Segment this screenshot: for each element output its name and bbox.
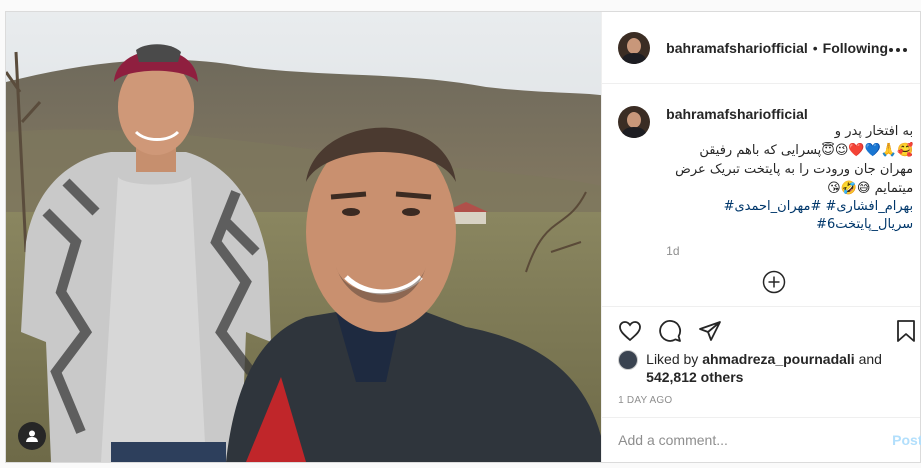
liked-by-others[interactable]: 542,812 others — [646, 369, 743, 385]
post-photo[interactable] — [6, 12, 602, 462]
hashtags-line-2[interactable]: سریال_پایتخت6# — [666, 216, 913, 234]
liker-avatar[interactable] — [618, 350, 639, 370]
caption-time: 1d — [666, 244, 680, 258]
caption-avatar[interactable] — [618, 106, 651, 138]
separator-dot: • — [812, 39, 818, 56]
caption-line-3: مهران جان ورودت را به پایتخت تبریک عرض — [675, 162, 914, 177]
caption-line-1: به افتخار پدر و — [834, 124, 914, 139]
tagged-user-button[interactable] — [18, 422, 46, 450]
avatar[interactable] — [618, 31, 651, 64]
comment-input[interactable] — [618, 432, 859, 448]
caption-line-2: 🥰🙏💙❤️😉😇پسرایی که باهم رفیقن — [699, 143, 914, 158]
post-timestamp[interactable]: 1 DAY AGO — [618, 395, 672, 406]
post-sidebar: bahramafshariofficial • Following bahram… — [601, 12, 921, 462]
like-icon[interactable] — [618, 319, 642, 348]
comment-icon[interactable] — [658, 319, 682, 348]
share-icon[interactable] — [698, 319, 722, 348]
instagram-post: bahramafshariofficial • Following bahram… — [5, 11, 921, 463]
hashtags-line-1[interactable]: بهرام_افشاری# #مهران_احمدی# — [666, 198, 914, 216]
following-button[interactable]: Following — [823, 40, 888, 56]
plus-circle-icon — [762, 270, 786, 294]
liker-username[interactable]: ahmadreza_pournadali — [702, 351, 855, 367]
more-icon[interactable] — [888, 37, 908, 58]
caption-line-4: میتمایم 😅🤣😘 — [827, 181, 914, 196]
header-username[interactable]: bahramafshariofficial — [666, 40, 808, 56]
liked-by-prefix: Liked by — [646, 351, 699, 367]
post-header: bahramafshariofficial • Following — [602, 12, 920, 84]
caption-username[interactable]: bahramafshariofficial — [666, 106, 916, 122]
more-dots-icon — [889, 48, 907, 52]
post-comment-button[interactable]: Post — [892, 432, 921, 448]
caption-body: bahramafshariofficial به افتخار پدر و 🥰🙏… — [666, 106, 916, 258]
selfie-image — [6, 12, 602, 462]
comment-bar: Post — [602, 417, 921, 462]
user-icon — [26, 430, 38, 442]
liked-by-conj: and — [858, 351, 882, 367]
save-icon[interactable] — [894, 319, 918, 348]
load-more-comments-icon[interactable] — [762, 270, 786, 299]
